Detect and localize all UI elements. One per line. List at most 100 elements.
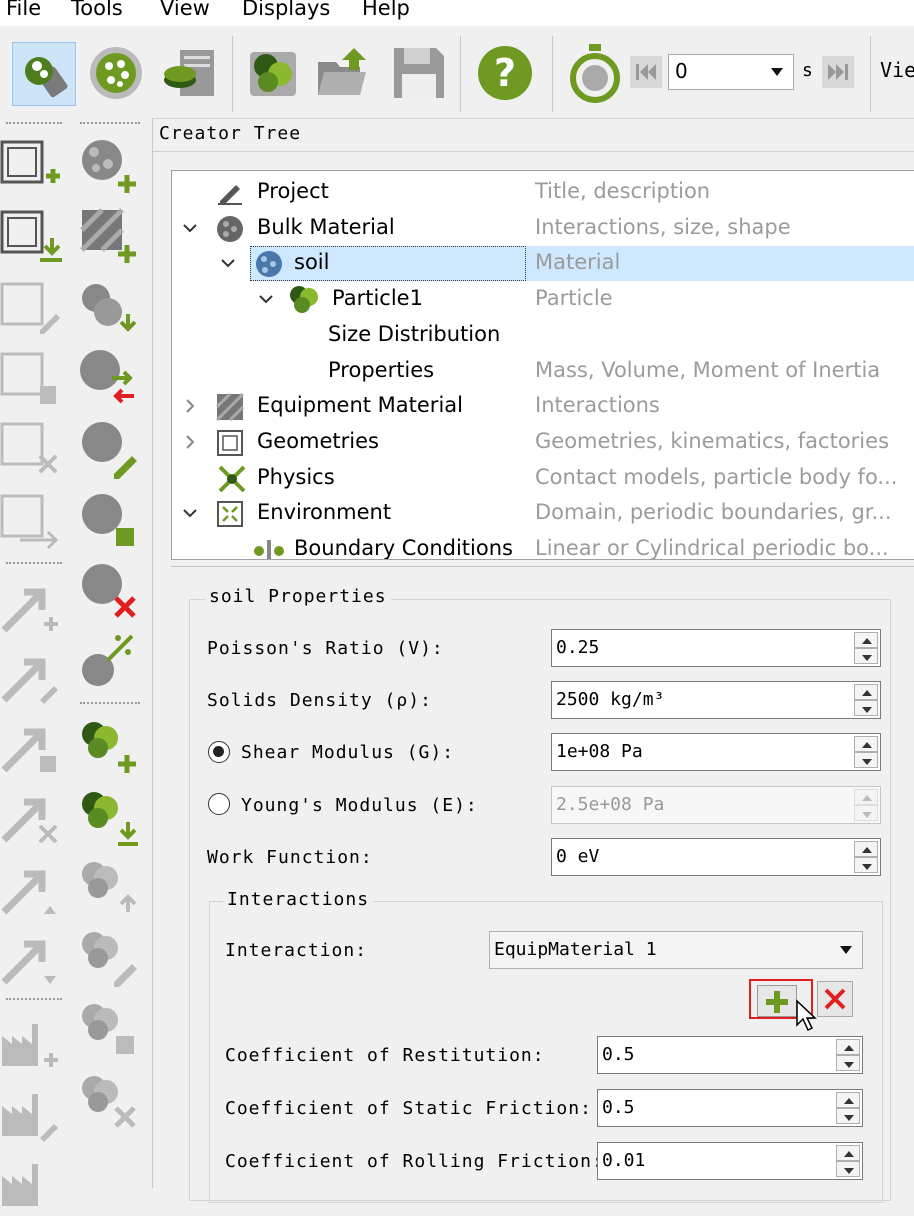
shear-spinner[interactable] xyxy=(854,736,878,768)
copy-factory-icon[interactable] xyxy=(0,1150,62,1212)
chevron-down-icon[interactable] xyxy=(182,505,198,521)
add-material-icon[interactable] xyxy=(78,136,140,198)
tree-item-boundary-conditions[interactable]: Boundary Conditions Linear or Cylindrica… xyxy=(172,532,914,559)
delete-particle-icon[interactable] xyxy=(78,1070,140,1132)
edit-geometry-icon[interactable] xyxy=(0,278,62,340)
add-arrow-icon[interactable] xyxy=(0,576,62,638)
copy-geometry-icon[interactable] xyxy=(0,348,62,410)
geometry-to-factory-icon[interactable] xyxy=(0,490,62,552)
save-icon[interactable] xyxy=(388,42,450,104)
help-icon[interactable]: ? xyxy=(474,42,536,104)
copy-material-icon[interactable] xyxy=(78,490,140,552)
import-geometry-icon[interactable] xyxy=(0,206,62,268)
work-function-spinner[interactable] xyxy=(854,841,878,873)
add-interaction-button[interactable] xyxy=(757,985,797,1017)
chevron-right-icon[interactable] xyxy=(182,398,198,414)
shear-field[interactable]: 1e+08 Pa xyxy=(551,733,881,771)
stopwatch-icon[interactable] xyxy=(564,42,626,104)
young-radio[interactable] xyxy=(208,793,230,815)
pencil-icon xyxy=(218,185,242,205)
tree-item-physics[interactable]: Physics Contact models, particle body fo… xyxy=(172,461,914,496)
rolling-friction-label: Coefficient of Rolling Friction: xyxy=(225,1151,604,1172)
add-equipment-material-icon[interactable] xyxy=(78,206,140,268)
toolbar-separator xyxy=(460,36,461,112)
toolbar-separator xyxy=(870,36,871,112)
rolling-friction-spinner[interactable] xyxy=(836,1145,860,1177)
time-value: 0 xyxy=(675,59,688,83)
particle-icon xyxy=(290,286,318,313)
tree-desc: Interactions, size, shape xyxy=(535,215,791,239)
geometry-tools-column xyxy=(0,118,73,1206)
static-friction-field[interactable]: 0.5 xyxy=(597,1089,863,1127)
tree-item-bulk-material[interactable]: Bulk Material Interactions, size, shape xyxy=(172,211,914,246)
static-friction-spinner[interactable] xyxy=(836,1092,860,1124)
tree-item-geometries[interactable]: Geometries Geometries, kinematics, facto… xyxy=(172,425,914,460)
interaction-dropdown[interactable]: EquipMaterial 1 xyxy=(489,931,863,969)
poisson-spinner[interactable] xyxy=(854,632,878,664)
add-factory-icon[interactable] xyxy=(0,1010,62,1072)
material-wizard-icon[interactable] xyxy=(78,630,140,692)
copy-particle-icon[interactable] xyxy=(78,998,140,1060)
chevron-down-icon[interactable] xyxy=(258,291,274,307)
menu-file[interactable]: File xyxy=(6,0,41,20)
creator-icon[interactable] xyxy=(12,42,76,106)
young-value: 2.5e+08 Pa xyxy=(556,794,665,815)
edit-arrow-icon[interactable] xyxy=(0,646,62,708)
focus-rect xyxy=(250,246,526,281)
tree-item-soil[interactable]: soil Material xyxy=(221,246,914,281)
menu-displays[interactable]: Displays xyxy=(242,0,330,20)
import-material-icon[interactable] xyxy=(78,278,140,340)
menu-help[interactable]: Help xyxy=(362,0,410,20)
open-folder-icon[interactable] xyxy=(314,42,376,104)
close-icon xyxy=(824,988,846,1010)
add-geometry-icon[interactable] xyxy=(0,136,62,198)
tree-item-equipment-material[interactable]: Equipment Material Interactions xyxy=(172,389,914,424)
shear-radio[interactable] xyxy=(208,741,230,763)
analyst-icon[interactable] xyxy=(158,42,220,104)
tree-item-project[interactable]: Project Title, description xyxy=(172,175,914,210)
poisson-field[interactable]: 0.25 xyxy=(551,629,881,667)
poisson-label: Poisson's Ratio (V): xyxy=(207,638,444,659)
chevron-down-icon[interactable] xyxy=(220,255,236,271)
delete-geometry-icon[interactable] xyxy=(0,418,62,480)
menu-tools[interactable]: Tools xyxy=(71,0,123,20)
chevron-down-icon[interactable] xyxy=(182,220,198,236)
export-particle-icon[interactable] xyxy=(78,856,140,918)
chevron-right-icon[interactable] xyxy=(182,434,198,450)
delete-arrow-icon[interactable] xyxy=(0,786,62,848)
work-function-field[interactable]: 0 eV xyxy=(551,838,881,876)
move-down-arrow-icon[interactable] xyxy=(0,928,62,990)
rolling-friction-field[interactable]: 0.01 xyxy=(597,1142,863,1180)
delete-interaction-button[interactable] xyxy=(817,981,853,1017)
density-spinner[interactable] xyxy=(854,684,878,716)
copy-arrow-icon[interactable] xyxy=(0,716,62,778)
time-combo[interactable]: 0 xyxy=(668,54,794,90)
interactions-title: Interactions xyxy=(223,889,374,910)
density-field[interactable]: 2500 kg/m³ xyxy=(551,681,881,719)
view-label[interactable]: Vie xyxy=(880,58,914,82)
add-particle-icon[interactable] xyxy=(78,716,140,778)
tree-item-environment[interactable]: Environment Domain, periodic boundaries,… xyxy=(172,496,914,531)
edit-material-icon[interactable] xyxy=(78,418,140,480)
shear-label: Shear Modulus (G): xyxy=(241,742,455,763)
tree-item-properties[interactable]: Properties Mass, Volume, Moment of Inert… xyxy=(172,354,914,389)
bulk-material-icon[interactable] xyxy=(242,42,304,104)
edit-factory-icon[interactable] xyxy=(0,1080,62,1142)
tree-item-particle1[interactable]: Particle1 Particle xyxy=(172,282,914,317)
import-particle-icon[interactable] xyxy=(78,786,140,848)
move-up-arrow-icon[interactable] xyxy=(0,858,62,920)
density-label: Solids Density (ρ): xyxy=(207,690,432,711)
tree-item-size-distribution[interactable]: Size Distribution xyxy=(172,318,914,353)
restitution-field[interactable]: 0.5 xyxy=(597,1036,863,1074)
simulator-icon[interactable] xyxy=(85,42,147,104)
tree-label: Environment xyxy=(257,500,392,524)
transfer-material-icon[interactable] xyxy=(78,348,140,410)
menu-bar: File Tools View Displays Help xyxy=(0,0,914,26)
edit-particle-icon[interactable] xyxy=(78,926,140,988)
restitution-spinner[interactable] xyxy=(836,1039,860,1071)
work-function-label: Work Function: xyxy=(207,847,373,868)
skip-forward-icon[interactable] xyxy=(820,54,856,90)
delete-material-icon[interactable] xyxy=(78,560,140,622)
skip-back-icon[interactable] xyxy=(628,54,664,90)
menu-view[interactable]: View xyxy=(160,0,210,20)
